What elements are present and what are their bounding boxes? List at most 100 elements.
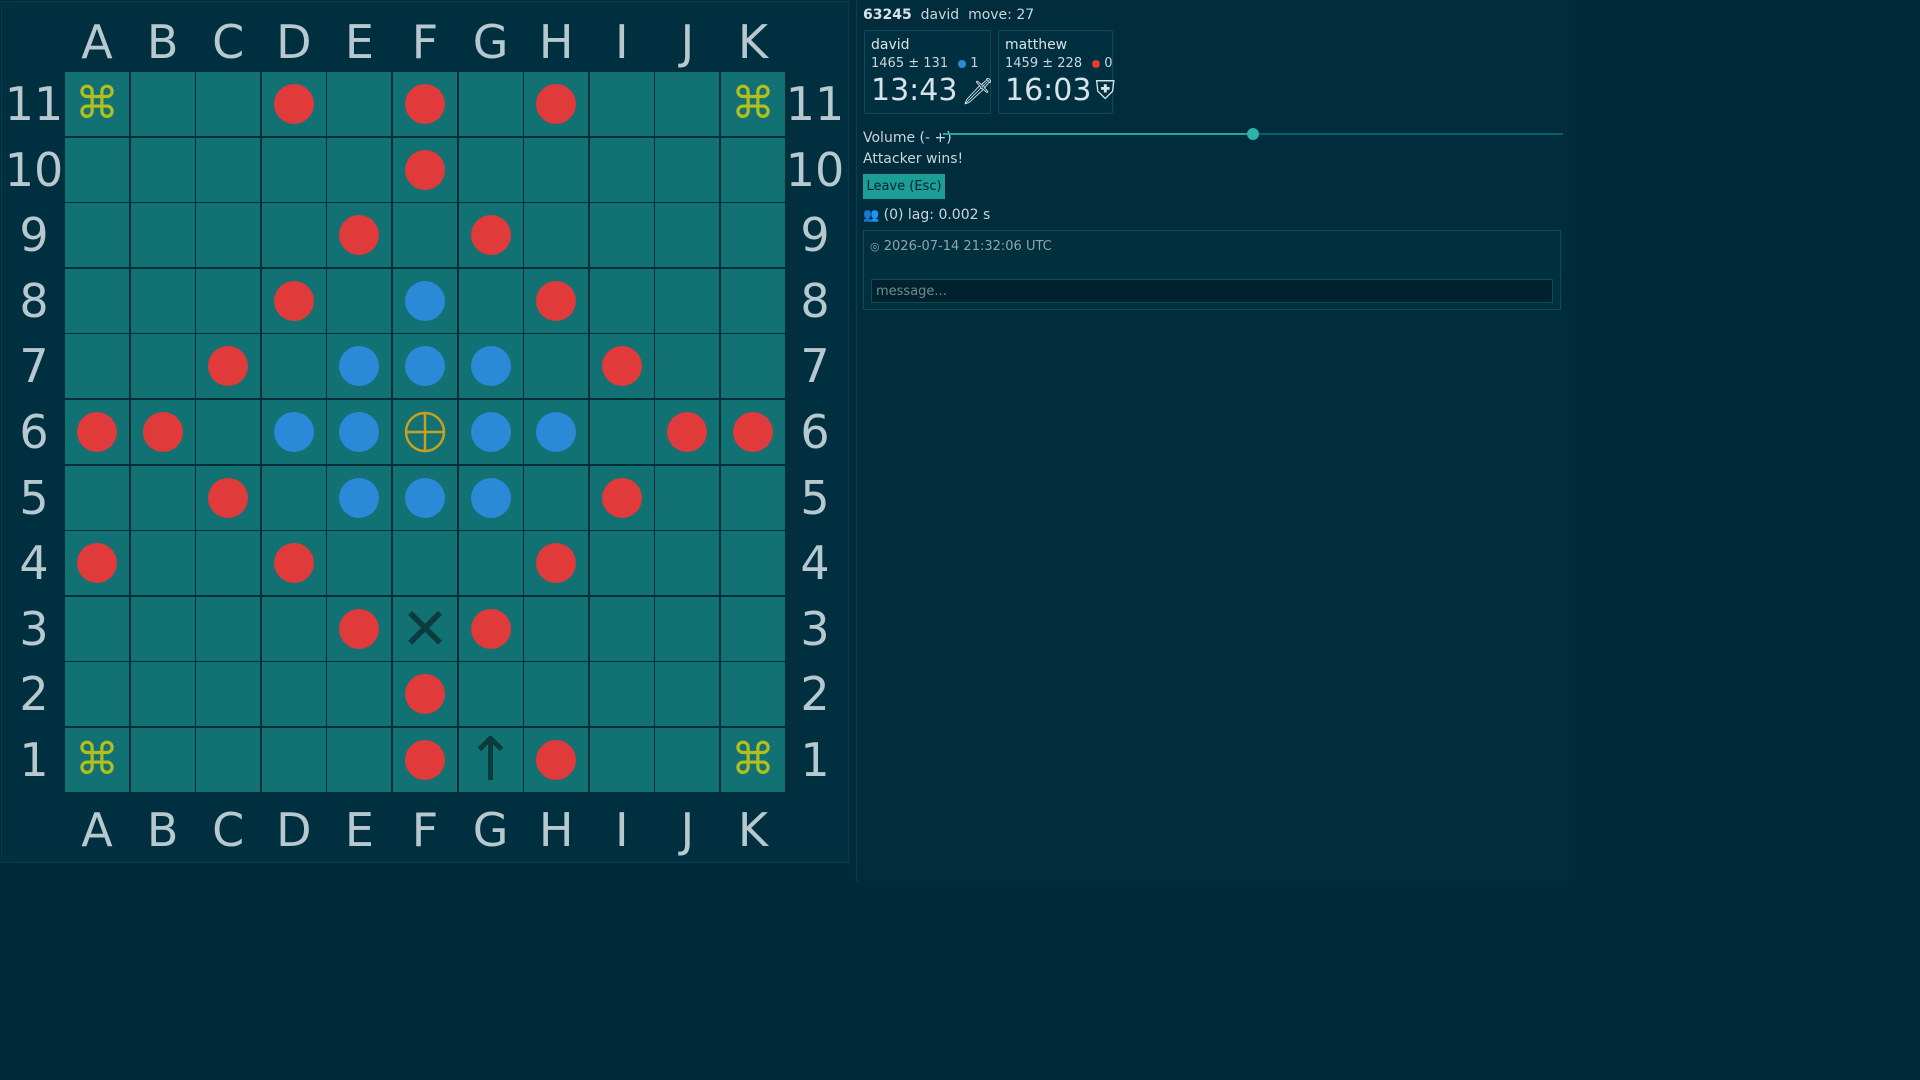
board-square-e6[interactable] [327, 400, 392, 464]
board-square-g7[interactable] [458, 334, 523, 399]
volume-slider-thumb[interactable] [1247, 128, 1259, 140]
board-square-i3[interactable] [589, 596, 654, 661]
attacker-piece[interactable] [405, 84, 445, 124]
board-square-i1[interactable] [589, 728, 654, 792]
board-square-b9[interactable] [130, 203, 195, 268]
board-square-a3[interactable] [65, 596, 129, 661]
board-square-c9[interactable] [196, 203, 261, 268]
board-square-f8[interactable] [393, 268, 457, 333]
board-square-j3[interactable] [655, 596, 720, 661]
board-square-k6[interactable] [721, 400, 785, 464]
board-square-k4[interactable] [721, 531, 785, 596]
attacker-piece[interactable] [470, 608, 511, 649]
board-square-e7[interactable] [327, 334, 392, 399]
attacker-piece[interactable] [536, 740, 577, 780]
defender-piece[interactable] [536, 412, 577, 452]
board-square-a4[interactable] [65, 531, 129, 596]
board-square-c4[interactable] [196, 531, 261, 596]
board-square-j1[interactable] [655, 728, 720, 792]
board-square-g10[interactable] [458, 137, 523, 202]
board-square-h2[interactable] [524, 662, 589, 727]
attacker-piece[interactable] [536, 84, 577, 124]
board-square-e8[interactable] [327, 268, 392, 333]
board-square-b5[interactable] [130, 465, 195, 530]
board-square-e2[interactable] [327, 662, 392, 727]
board-square-g5[interactable] [458, 465, 523, 530]
board-square-d5[interactable] [261, 465, 326, 530]
board-square-c11[interactable] [196, 72, 261, 136]
attacker-piece[interactable] [339, 608, 380, 649]
board-square-d3[interactable] [261, 596, 326, 661]
defender-piece[interactable] [470, 412, 511, 452]
board-square-f2[interactable] [393, 662, 457, 727]
board-square-g2[interactable] [458, 662, 523, 727]
attacker-piece[interactable] [273, 280, 314, 321]
board-square-d10[interactable] [261, 137, 326, 202]
board-square-k10[interactable] [721, 137, 785, 202]
board-square-f6[interactable] [393, 400, 457, 464]
attacker-piece[interactable] [142, 412, 183, 452]
board-square-k5[interactable] [721, 465, 785, 530]
board-square-e9[interactable] [327, 203, 392, 268]
board-square-c2[interactable] [196, 662, 261, 727]
board-square-g9[interactable] [458, 203, 523, 268]
board-square-i11[interactable] [589, 72, 654, 136]
board-square-a8[interactable] [65, 268, 129, 333]
board-square-c7[interactable] [196, 334, 261, 399]
attacker-piece[interactable] [405, 740, 445, 780]
board-square-k1[interactable]: ⌘ [721, 728, 785, 792]
board-square-d6[interactable] [261, 400, 326, 464]
board-square-h11[interactable] [524, 72, 589, 136]
board-square-k9[interactable] [721, 203, 785, 268]
board-square-b11[interactable] [130, 72, 195, 136]
attacker-piece[interactable] [273, 543, 314, 584]
attacker-piece[interactable] [77, 543, 117, 584]
board-square-a10[interactable] [65, 137, 129, 202]
board-square-h4[interactable] [524, 531, 589, 596]
board-square-j8[interactable] [655, 268, 720, 333]
board-square-h3[interactable] [524, 596, 589, 661]
board-square-j10[interactable] [655, 137, 720, 202]
board-square-i9[interactable] [589, 203, 654, 268]
board-square-f5[interactable] [393, 465, 457, 530]
board-square-g6[interactable] [458, 400, 523, 464]
board-square-h5[interactable] [524, 465, 589, 530]
attacker-piece[interactable] [733, 412, 773, 452]
board-square-d2[interactable] [261, 662, 326, 727]
board-square-h9[interactable] [524, 203, 589, 268]
attacker-piece[interactable] [208, 477, 249, 518]
board-square-e10[interactable] [327, 137, 392, 202]
board-square-a7[interactable] [65, 334, 129, 399]
volume-slider[interactable] [943, 128, 1563, 140]
attacker-piece[interactable] [470, 215, 511, 256]
board-square-e5[interactable] [327, 465, 392, 530]
board-square-b8[interactable] [130, 268, 195, 333]
board-square-g4[interactable] [458, 531, 523, 596]
attacker-piece[interactable] [405, 149, 445, 190]
board-square-b10[interactable] [130, 137, 195, 202]
board-square-b6[interactable] [130, 400, 195, 464]
board-square-j7[interactable] [655, 334, 720, 399]
chat-message-input[interactable] [871, 279, 1553, 303]
board-square-i5[interactable] [589, 465, 654, 530]
defender-piece[interactable] [470, 477, 511, 518]
board-square-j9[interactable] [655, 203, 720, 268]
board-square-h7[interactable] [524, 334, 589, 399]
board-square-f9[interactable] [393, 203, 457, 268]
attacker-piece[interactable] [601, 346, 642, 387]
board-square-j6[interactable] [655, 400, 720, 464]
board-square-i7[interactable] [589, 334, 654, 399]
attacker-piece[interactable] [601, 477, 642, 518]
board-square-d1[interactable] [261, 728, 326, 792]
board-square-b4[interactable] [130, 531, 195, 596]
defender-piece[interactable] [405, 280, 445, 321]
board-square-f7[interactable] [393, 334, 457, 399]
board-square-f11[interactable] [393, 72, 457, 136]
defender-piece[interactable] [470, 346, 511, 387]
board-square-f1[interactable] [393, 728, 457, 792]
board-square-a9[interactable] [65, 203, 129, 268]
board-square-e1[interactable] [327, 728, 392, 792]
board-square-c5[interactable] [196, 465, 261, 530]
board-square-g3[interactable] [458, 596, 523, 661]
board-square-j5[interactable] [655, 465, 720, 530]
